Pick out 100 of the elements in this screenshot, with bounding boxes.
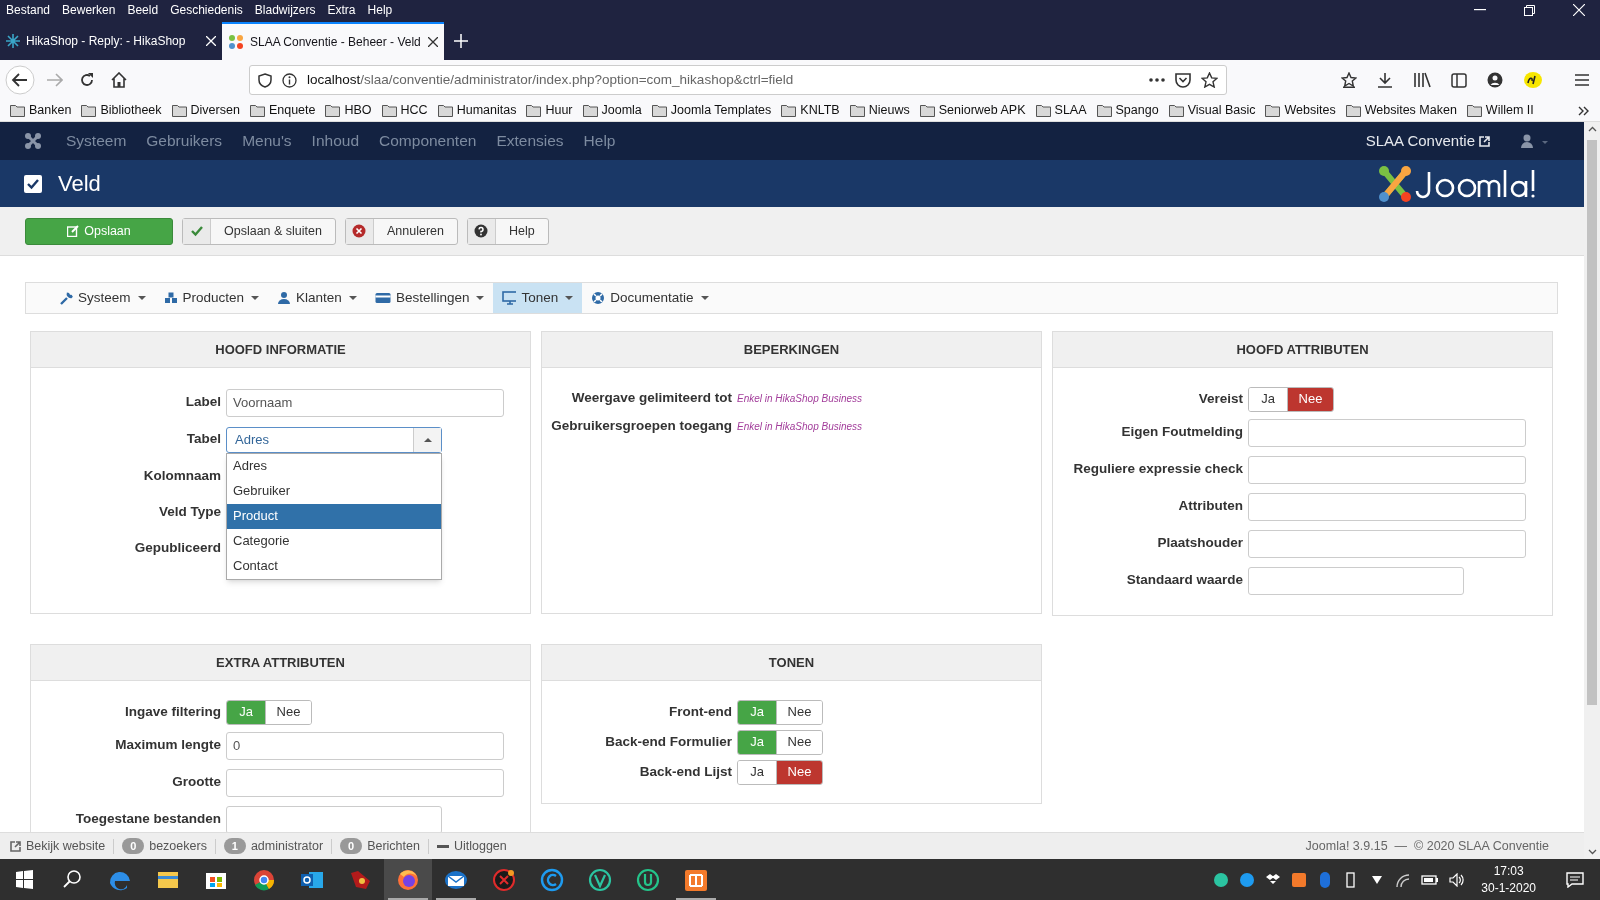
bookmark-item[interactable]: Huur — [526, 100, 573, 121]
input-field[interactable] — [1248, 529, 1526, 558]
extension-icon[interactable] — [1523, 71, 1543, 89]
input-field[interactable] — [1248, 418, 1526, 447]
volume-icon[interactable] — [1449, 872, 1466, 887]
overflow-icon[interactable] — [1578, 105, 1590, 116]
bookmark-item[interactable]: Joomla Templates — [651, 100, 772, 121]
nav-item[interactable]: Extensies — [486, 129, 574, 153]
submenu-tab[interactable]: Documentatie — [582, 283, 718, 313]
submenu-tab[interactable]: Producten — [154, 283, 269, 313]
menu-item[interactable]: Beeld — [121, 1, 165, 19]
input-field[interactable] — [1248, 455, 1526, 484]
minimize-icon[interactable] — [1474, 9, 1486, 11]
home-icon[interactable] — [111, 72, 127, 88]
status-item[interactable]: 0 Berichten — [340, 836, 420, 856]
bookmark-item[interactable]: Spango — [1096, 100, 1159, 121]
nav-item[interactable]: Menu's — [232, 129, 302, 153]
input-field[interactable] — [226, 805, 442, 832]
reload-icon[interactable] — [79, 72, 95, 88]
scrollbar[interactable] — [1584, 122, 1600, 859]
download-icon[interactable] — [1377, 72, 1393, 88]
submenu-tab[interactable]: Bestellingen — [365, 283, 494, 313]
cancel-button[interactable]: Annuleren — [345, 217, 458, 245]
xampp-tray-icon[interactable] — [1291, 870, 1308, 889]
bookmark-item[interactable]: Joomla — [582, 100, 642, 121]
back-icon[interactable] — [5, 65, 35, 95]
bookmark-item[interactable]: Diversen — [171, 100, 240, 121]
bookmark-item[interactable]: Humanitas — [437, 100, 517, 121]
input-field[interactable] — [1248, 566, 1464, 595]
submenu-tab[interactable]: Klanten — [268, 283, 366, 313]
bookmark-item[interactable]: Willem II — [1466, 100, 1534, 121]
bookmark-item[interactable]: HBO — [325, 100, 372, 121]
help-button[interactable]: Help — [467, 217, 549, 245]
dropdown-option[interactable]: Adres — [227, 453, 441, 479]
logout-link[interactable]: Uitloggen — [436, 836, 507, 856]
dropdown-option[interactable]: Categorie — [227, 528, 441, 554]
bookmark-item[interactable]: KNLTB — [781, 100, 840, 121]
joomla-icon[interactable] — [24, 132, 42, 150]
restore-icon[interactable] — [1524, 4, 1535, 16]
bookmark-item[interactable]: Bibliotheek — [81, 100, 162, 121]
sidebar-icon[interactable] — [1451, 72, 1467, 88]
nav-item[interactable]: Componenten — [369, 129, 487, 153]
menu-icon[interactable] — [1575, 74, 1589, 86]
nav-item[interactable]: Systeem — [56, 129, 137, 153]
input-field[interactable] — [226, 768, 504, 797]
nav-item[interactable]: Inhoud — [301, 129, 370, 153]
nav-item[interactable]: Gebruikers — [136, 129, 233, 153]
no-option[interactable]: Nee — [776, 730, 822, 754]
close-icon[interactable] — [428, 37, 438, 47]
menu-item[interactable]: Bladwijzers — [248, 1, 322, 19]
site-link[interactable]: SLAA Conventie — [1365, 129, 1490, 153]
nav-item[interactable]: Help — [573, 129, 626, 153]
bookmark-star-icon[interactable] — [1341, 72, 1357, 88]
view-site-link[interactable]: Bekijk website — [10, 836, 106, 856]
new-tab-icon[interactable] — [454, 34, 468, 48]
bookmark-item[interactable]: Enquete — [249, 100, 316, 121]
bookmark-item[interactable]: SLAA — [1035, 100, 1087, 121]
input-field[interactable]: 0 — [226, 731, 504, 760]
save-close-button[interactable]: Opslaan & sluiten — [182, 217, 336, 245]
bookmark-item[interactable]: HCC — [381, 100, 428, 121]
bookmark-item[interactable]: Banken — [10, 100, 72, 121]
submenu-tab[interactable]: Systeem — [50, 283, 155, 313]
status-item[interactable]: 1 administrator — [223, 836, 324, 856]
select-field[interactable]: Adres — [226, 426, 442, 453]
star-icon[interactable] — [1201, 72, 1218, 88]
bookmark-item[interactable]: Nieuws — [849, 100, 910, 121]
menu-item[interactable]: Bestand — [0, 1, 57, 19]
dropdown-option[interactable]: Product — [227, 503, 441, 529]
no-option[interactable]: Nee — [1287, 387, 1333, 411]
clock[interactable]: 17:03 30-1-2020 — [1475, 862, 1542, 897]
library-icon[interactable] — [1413, 72, 1431, 88]
notification-icon[interactable] — [1566, 871, 1584, 888]
browser-tab[interactable]: SLAA Conventie - Beheer - Veld — [222, 22, 444, 60]
caret-icon — [700, 296, 709, 300]
battery-icon[interactable] — [1421, 873, 1440, 886]
bookmark-item[interactable]: Seniorweb APK — [919, 100, 1026, 121]
menu-item[interactable]: Geschiedenis — [164, 1, 249, 19]
menu-item[interactable]: Bewerken — [56, 1, 122, 19]
no-option[interactable]: Nee — [776, 700, 822, 724]
dropdown-option[interactable]: Contact — [227, 553, 441, 579]
scrollbar-thumb[interactable] — [1587, 140, 1597, 705]
more-icon[interactable] — [1149, 78, 1165, 82]
bookmark-item[interactable]: Websites Maken — [1345, 100, 1457, 121]
firefox-icon[interactable] — [384, 859, 432, 900]
no-option[interactable]: Nee — [265, 700, 311, 724]
account-icon[interactable] — [1487, 72, 1503, 88]
browser-tab[interactable]: HikaShop - Reply: - HikaShop — [0, 22, 222, 60]
input-field[interactable] — [1248, 492, 1526, 521]
user-menu-icon[interactable] — [1520, 134, 1550, 148]
submenu-tab[interactable]: Tonen — [493, 283, 583, 313]
bookmark-item[interactable]: Visual Basic — [1168, 100, 1256, 121]
menu-item[interactable]: Extra — [321, 1, 362, 19]
status-item[interactable]: 0 bezoekers — [122, 836, 207, 856]
address-bar[interactable]: localhost/slaa/conventie/administrator/index.php?option=com_hikashop&ctrl=field — [249, 65, 1227, 95]
menu-item[interactable]: Help — [361, 1, 399, 19]
bookmark-item[interactable]: Websites — [1265, 100, 1336, 121]
pocket-icon[interactable] — [1175, 72, 1191, 88]
dropdown-option[interactable]: Gebruiker — [227, 478, 441, 504]
input-field[interactable]: Voornaam — [226, 388, 504, 417]
no-option[interactable]: Nee — [776, 760, 822, 784]
